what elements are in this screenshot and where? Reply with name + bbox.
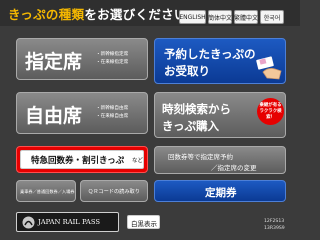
timetable-search-button[interactable]: 時刻検索から きっぷ購入 乗継が有る ラクラク検索！ bbox=[154, 92, 286, 138]
easy-search-badge: 乗継が有る ラクラク検索！ bbox=[257, 98, 284, 125]
lang-simplified-chinese-button[interactable]: 簡体中文 bbox=[208, 10, 232, 24]
commuter-pass-button[interactable]: 定期券 bbox=[154, 180, 286, 202]
platform-ticket-label: 乗車券／普通回数券／入場券 bbox=[20, 189, 75, 194]
discount-coupon-label: 特急回数券・割引きっぷ bbox=[31, 156, 125, 166]
commuter-pass-label: 定期券 bbox=[205, 187, 237, 199]
coupon-change-line1: 回数券等で指定席予約 bbox=[168, 153, 233, 161]
reserved-seat-button[interactable]: 指定席 ・新幹線指定席 ・在来線指定席 bbox=[16, 38, 148, 80]
unreserved-note-shinkansen: ・新幹線自由席 bbox=[96, 106, 129, 111]
timetable-label-line2: きっぷ購入 bbox=[162, 119, 220, 133]
pickup-label-line2: お受取り bbox=[164, 64, 210, 78]
timetable-label-line1: 時刻検索から bbox=[162, 102, 231, 116]
discount-coupon-button[interactable]: 特急回数券・割引きっぷ など bbox=[16, 146, 148, 173]
unreserved-seat-label: 自由席 bbox=[25, 105, 83, 127]
qr-code-label: ＱＲコードの読み取り bbox=[88, 189, 140, 195]
pickup-label-line1: 予約したきっぷの bbox=[164, 47, 256, 61]
discount-coupon-suffix: など bbox=[132, 158, 144, 164]
black-white-display-label: 白黒表示 bbox=[131, 220, 157, 228]
discount-coupon-panel: 特急回数券・割引きっぷ など bbox=[20, 150, 144, 169]
terminal-code-1: 12F2S13 bbox=[264, 219, 285, 224]
japan-rail-pass-label: JAPAN RAIL PASS bbox=[38, 218, 101, 226]
page-title: きっぷの種類をお選びください bbox=[8, 7, 187, 22]
unreserved-seat-button[interactable]: 自由席 ・新幹線自由席 ・在来線自由席 bbox=[16, 92, 148, 134]
lang-korean-button[interactable]: 한국어 bbox=[260, 10, 284, 24]
terminal-code-2: 13R39S9 bbox=[264, 226, 285, 231]
reserved-ticket-pickup-button[interactable]: 予約したきっぷの お受取り bbox=[154, 38, 286, 84]
unreserved-note-conventional: ・在来線自由席 bbox=[96, 114, 129, 119]
reserved-note-conventional: ・在来線指定席 bbox=[96, 60, 129, 65]
japan-rail-pass-button[interactable]: JAPAN RAIL PASS bbox=[16, 212, 119, 232]
coupon-seat-change-button[interactable]: 回数券等で指定席予約 ／指定席の変更 bbox=[154, 146, 286, 174]
black-white-display-button[interactable]: 白黒表示 bbox=[127, 215, 160, 229]
ticket-hand-icon bbox=[256, 56, 282, 80]
platform-ticket-button[interactable]: 乗車券／普通回数券／入場券 bbox=[16, 180, 76, 202]
reserved-seat-label: 指定席 bbox=[25, 51, 83, 73]
lang-english-button[interactable]: ENGLISH bbox=[179, 10, 206, 24]
lang-traditional-chinese-button[interactable]: 繁體中文 bbox=[234, 10, 258, 24]
coupon-change-line2: ／指定席の変更 bbox=[211, 164, 257, 172]
qr-code-button[interactable]: ＱＲコードの読み取り bbox=[80, 180, 148, 202]
jr-pass-logo-icon bbox=[22, 216, 35, 229]
reserved-note-shinkansen: ・新幹線指定席 bbox=[96, 52, 129, 57]
header-bar: きっぷの種類をお選びください ENGLISH 簡体中文 繁體中文 한국어 bbox=[0, 0, 300, 26]
